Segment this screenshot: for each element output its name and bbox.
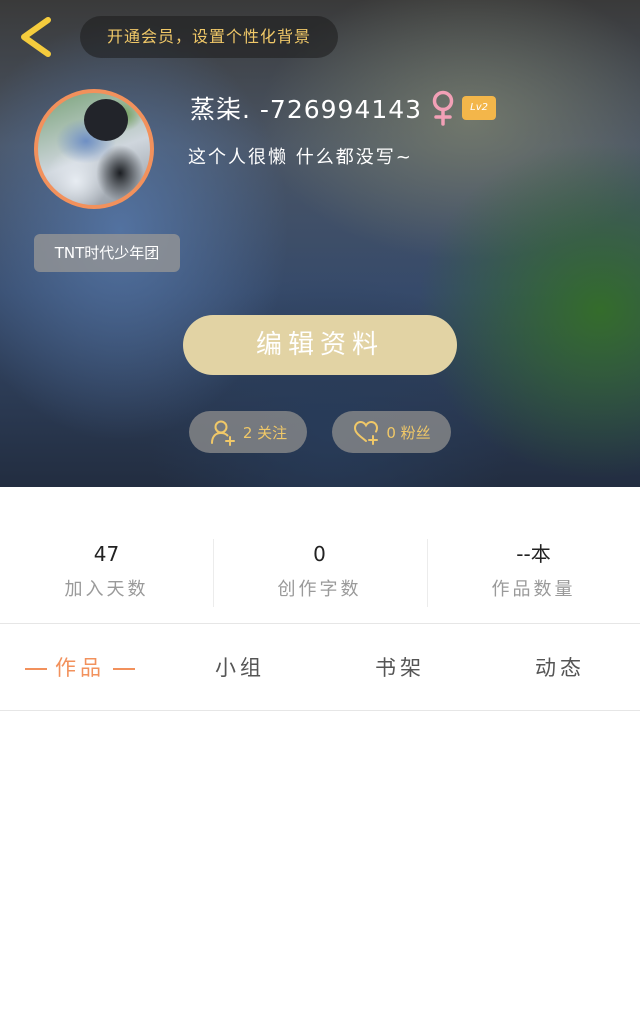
tab-active-indicator: [113, 668, 135, 670]
stat-value: 0: [313, 542, 326, 566]
fans-button[interactable]: 0 粉丝: [332, 411, 451, 453]
following-label: 2 关注: [242, 423, 288, 442]
bio-text: 这个人很懒 什么都没写~: [188, 147, 413, 168]
chevron-left-icon: [21, 17, 51, 57]
stat-label: 加入天数: [64, 579, 149, 600]
group-tag[interactable]: TNT时代少年团: [34, 234, 180, 272]
stat-value: --本: [516, 542, 551, 566]
back-button[interactable]: [14, 14, 58, 60]
stat-label: 作品数量: [491, 579, 576, 600]
tab-label: 书架: [375, 656, 425, 680]
tab-bookshelf[interactable]: 书架: [320, 625, 480, 711]
add-user-icon: [210, 420, 235, 446]
stat-value: 47: [93, 542, 120, 566]
name-row: 蒸柒. -726994143 Lv2: [190, 90, 497, 126]
fans-label: 0 粉丝: [386, 423, 431, 442]
tab-groups[interactable]: 小组: [160, 625, 320, 711]
profile-header-background: 开通会员，设置个性化背景 TNT时代少年团 蒸柒. -726994143 Lv2…: [0, 0, 640, 487]
tab-label: 作品: [55, 656, 105, 680]
stat-works-count: --本 作品数量: [427, 539, 640, 601]
tab-works[interactable]: 作品: [0, 625, 160, 711]
avatar[interactable]: [34, 89, 154, 209]
stat-word-count: 0 创作字数: [213, 539, 426, 601]
vip-promo-button[interactable]: 开通会员，设置个性化背景: [80, 16, 338, 58]
tab-label: 小组: [215, 656, 265, 680]
avatar-photo-head: [84, 99, 128, 141]
stat-label: 创作字数: [277, 579, 362, 600]
username: 蒸柒. -726994143: [190, 95, 423, 124]
edit-profile-button[interactable]: 编辑资料: [183, 315, 457, 375]
profile-tabs: 作品 小组 书架 动态: [0, 625, 640, 711]
tab-content-area: [0, 712, 640, 1033]
tab-label: 动态: [535, 656, 585, 680]
heart-plus-icon: [354, 420, 379, 445]
female-icon: [432, 90, 454, 126]
stat-days-joined: 47 加入天数: [0, 539, 213, 601]
stats-bar: 47 加入天数 0 创作字数 --本 作品数量: [0, 487, 640, 624]
tab-active-indicator: [25, 668, 47, 670]
level-badge: Lv2: [462, 96, 497, 120]
tab-activity[interactable]: 动态: [480, 625, 640, 711]
following-button[interactable]: 2 关注: [189, 411, 307, 453]
